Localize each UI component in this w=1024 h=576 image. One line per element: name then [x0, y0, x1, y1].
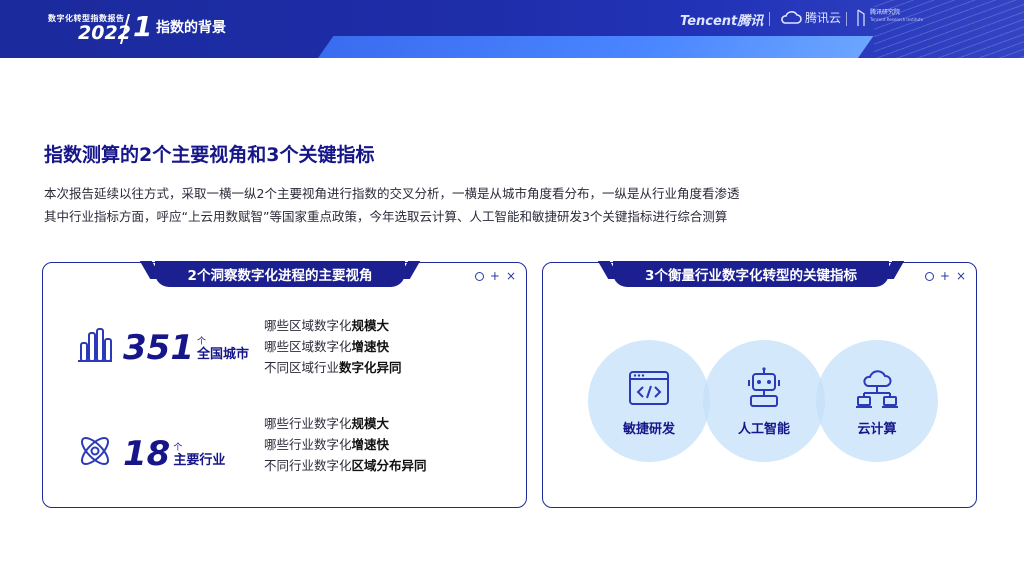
stat-industries: 18 个 主要行业: [75, 431, 225, 471]
indicators-panel-tab: 3个衡量行业数字化转型的关键指标: [613, 261, 889, 287]
point-text: 不同区域行业: [264, 360, 340, 375]
atom-icon: [81, 437, 109, 465]
stat-label: 主要行业: [173, 453, 226, 468]
point-text: 哪些区域数字化: [264, 318, 352, 333]
cloud-logo-icon: [781, 10, 802, 24]
perspectives-panel: 2个洞察数字化进程的主要视角 + × 351 个 全国城市 哪些区域数字化规模大…: [42, 261, 527, 508]
code-window-icon: [629, 370, 669, 405]
stat-label: 全国城市: [196, 347, 249, 362]
point-item: 哪些行业数字化规模大: [264, 413, 427, 434]
point-text: 哪些行业数字化: [264, 416, 352, 431]
cloud-network-icon: [856, 369, 898, 408]
banner-stripe: [318, 36, 874, 58]
robot-icon: [748, 366, 780, 407]
research-logo-icon: [857, 9, 865, 26]
indicator-cloud: 云计算: [816, 340, 938, 462]
close-icon: ×: [955, 269, 966, 283]
plus-icon: +: [939, 269, 950, 283]
cities-points: 哪些区域数字化规模大 哪些区域数字化增速快 不同区域行业数字化异同: [264, 315, 402, 378]
indicator-agile-dev: 敏捷研发: [588, 340, 710, 462]
point-emphasis: 数字化异同: [339, 360, 402, 375]
point-emphasis: 规模大: [351, 318, 390, 333]
indicator-label: 人工智能: [737, 421, 790, 437]
industries-points: 哪些行业数字化规模大 哪些行业数字化增速快 不同行业数字化区域分布异同: [264, 413, 427, 476]
stat-number: 18: [123, 434, 171, 474]
panel-window-controls: + ×: [924, 269, 966, 283]
point-emphasis: 区域分布异同: [351, 458, 427, 473]
perspectives-panel-tab: 2个洞察数字化进程的主要视角: [155, 261, 405, 287]
research-brand-en: Tencent Research Institute: [870, 17, 924, 22]
page-title: 指数测算的2个主要视角和3个关键指标: [44, 144, 375, 166]
city-buildings-icon: [78, 328, 112, 362]
circle-icon: [474, 271, 484, 281]
indicators-panel-title: 3个衡量行业数字化转型的关键指标: [645, 268, 857, 284]
point-text: 哪些行业数字化: [264, 437, 352, 452]
point-text: 不同行业数字化: [264, 458, 352, 473]
point-item: 哪些区域数字化增速快: [264, 336, 402, 357]
point-emphasis: 增速快: [351, 339, 390, 354]
point-item: 哪些区域数字化规模大: [264, 315, 402, 336]
research-brand-text: 腾讯研究院: [870, 9, 901, 16]
brand-divider: [769, 12, 770, 26]
indicator-label: 云计算: [857, 421, 897, 437]
tencent-logo: Tencent腾讯: [680, 14, 764, 29]
stat-cities: 351 个 全国城市: [75, 325, 249, 365]
point-emphasis: 增速快: [351, 437, 390, 452]
section-number: 1: [133, 10, 153, 43]
perspectives-panel-title: 2个洞察数字化进程的主要视角: [187, 268, 373, 284]
stat-unit: 个: [173, 443, 183, 453]
point-item: 哪些行业数字化增速快: [264, 434, 427, 455]
indicators-panel: 3个衡量行业数字化转型的关键指标 + × 敏捷研发 人工智能 云计算: [542, 261, 977, 508]
section-title: 指数的背景: [156, 20, 226, 36]
point-emphasis: 规模大: [351, 416, 390, 431]
cloud-brand-text: 腾讯云: [805, 11, 842, 25]
close-icon: ×: [505, 269, 516, 283]
brand-divider: [846, 12, 847, 26]
indicator-label: 敏捷研发: [622, 421, 675, 437]
point-item: 不同区域行业数字化异同: [264, 357, 402, 378]
tencent-cloud-logo: 腾讯云: [780, 9, 841, 26]
indicator-ai: 人工智能: [703, 340, 825, 462]
tencent-research-logo: 腾讯研究院 Tencent Research Institute: [856, 9, 923, 27]
circle-icon: [924, 271, 934, 281]
panel-window-controls: + ×: [474, 269, 516, 283]
stat-unit: 个: [196, 337, 206, 347]
stat-number: 351: [123, 328, 194, 368]
intro-line-2: 其中行业指标方面，呼应“上云用数赋智”等国家重点政策，今年选取云计算、人工智能和…: [44, 209, 728, 224]
top-banner: 数字化转型指数报告 2022 1 指数的背景 Tencent腾讯 腾讯云 腾讯研…: [0, 0, 1024, 58]
intro-line-1: 本次报告延续以往方式，采取一横一纵2个主要视角进行指数的交叉分析，一横是从城市角…: [44, 186, 740, 201]
plus-icon: +: [489, 269, 500, 283]
point-text: 哪些区域数字化: [264, 339, 352, 354]
point-item: 不同行业数字化区域分布异同: [264, 455, 427, 476]
